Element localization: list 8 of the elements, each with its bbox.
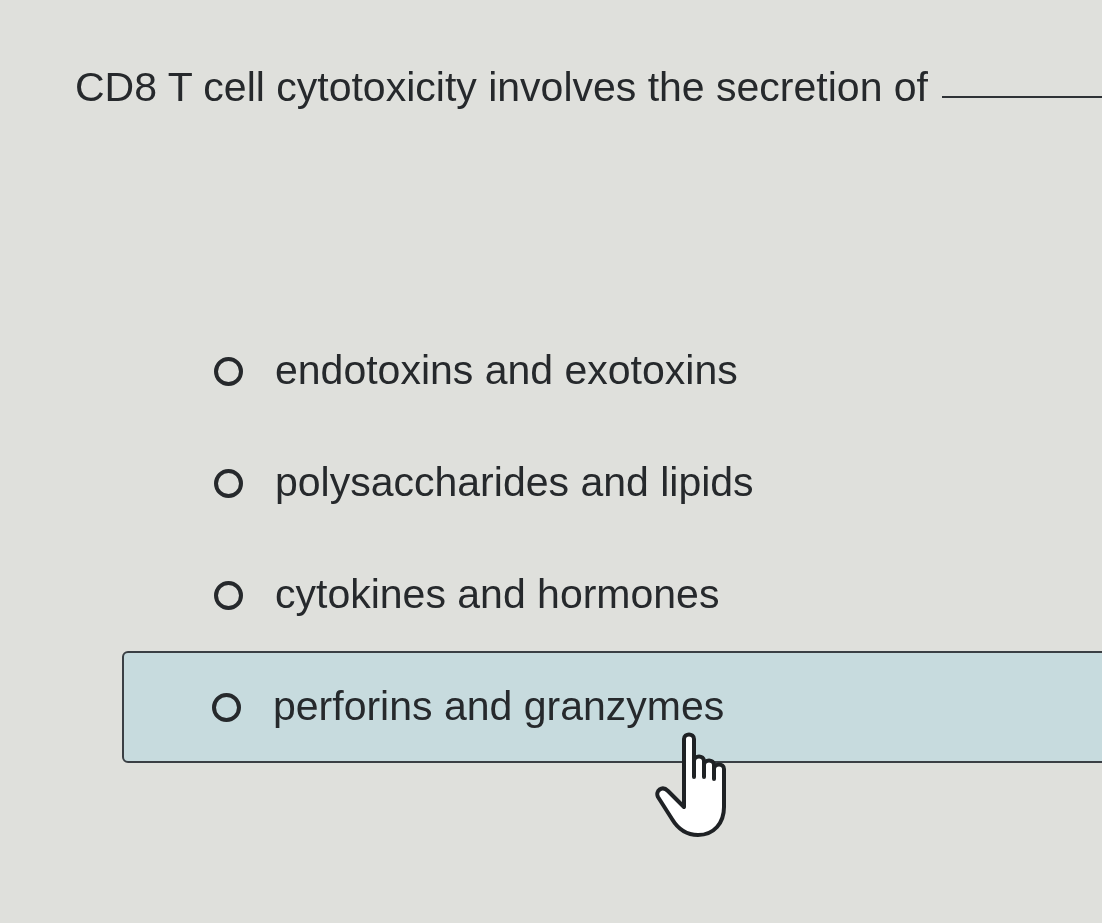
radio-button[interactable]: [212, 692, 241, 722]
radio-button[interactable]: [214, 356, 243, 386]
answer-option[interactable]: endotoxins and exotoxins: [122, 315, 1102, 427]
answer-option[interactable]: cytokines and hormones: [122, 539, 1102, 651]
question-text: CD8 T cell cytotoxicity involves the secretion of: [75, 63, 928, 112]
answer-option[interactable]: polysaccharides and lipids: [122, 427, 1102, 539]
radio-button[interactable]: [214, 580, 243, 610]
radio-button[interactable]: [214, 468, 243, 498]
